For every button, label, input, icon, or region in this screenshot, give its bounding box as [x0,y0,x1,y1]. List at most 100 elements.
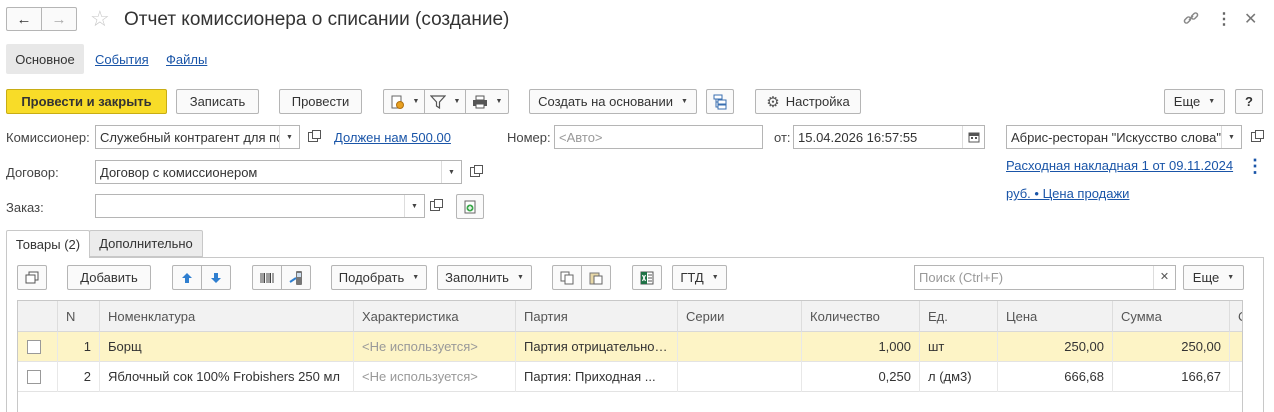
chevron-down-icon[interactable]: ▼ [279,126,299,148]
price-type-link[interactable]: руб. • Цена продажи [1006,186,1129,201]
filter-menu-button[interactable]: ▼ [424,89,466,114]
header-n[interactable]: N [58,301,100,332]
header-quantity[interactable]: Количество [802,301,920,332]
back-button[interactable]: ← [6,7,42,31]
post-and-close-button[interactable]: Провести и закрыть [6,89,167,114]
cell-nomenclature[interactable]: Яблочный сок 100% Frobishers 250 мл [100,362,354,392]
paste-icon [589,272,603,284]
open-organization-button[interactable] [1246,125,1266,149]
nav-tab-events[interactable]: События [95,52,149,67]
create-order-button[interactable] [456,194,484,219]
create-based-on-button[interactable]: Создать на основании ▼ [529,89,697,114]
row-checkbox[interactable] [27,370,41,384]
cell-batch[interactable]: Партия: Приходная ... [516,362,678,392]
copy-windows-icon [25,271,39,283]
barcode-scan-button[interactable] [252,265,282,290]
contract-label: Договор: [6,165,59,180]
cell-characteristic[interactable]: <Не используется> [354,362,516,392]
help-button[interactable]: ? [1235,89,1263,114]
organization-field[interactable]: Абрис-ресторан "Искусство слова" ▼ [1006,125,1242,149]
nav-tab-main[interactable]: Основное [6,44,84,74]
report-menu-button[interactable]: ▼ [383,89,425,114]
cell-nomenclature[interactable]: Борщ [100,332,354,362]
forward-button[interactable]: → [41,7,77,31]
close-icon[interactable]: ✕ [1244,9,1257,29]
move-down-button[interactable] [201,265,231,290]
header-nomenclature[interactable]: Номенклатура [100,301,354,332]
commissioner-field[interactable]: Служебный контрагент для по ▼ [95,125,300,149]
clear-search-icon[interactable]: ✕ [1153,266,1175,289]
paste-rows-button[interactable] [581,265,611,290]
chevron-down-icon[interactable]: ▼ [404,195,424,217]
printer-icon [472,95,487,108]
chevron-down-icon[interactable]: ▼ [1221,126,1241,148]
post-button[interactable]: Провести [279,89,362,114]
cell-price[interactable]: 250,00 [998,332,1113,362]
date-field[interactable]: 15.04.2026 16:57:55 [793,125,985,149]
cell-price[interactable]: 666,68 [998,362,1113,392]
cell-n: 1 [58,332,100,362]
header-extra[interactable]: С [1230,301,1242,332]
arrow-left-icon: ← [16,10,32,28]
gtd-button[interactable]: ГТД ▼ [672,265,727,290]
kebab-menu-icon[interactable]: ⋮ [1246,156,1264,177]
header-series[interactable]: Серии [678,301,802,332]
search-input[interactable]: Поиск (Ctrl+F) ✕ [914,265,1176,290]
cell-quantity[interactable]: 1,000 [802,332,920,362]
document-add-icon [464,200,476,213]
chevron-down-icon[interactable]: ▼ [441,161,461,183]
structure-button[interactable] [706,89,734,114]
cell-sum[interactable]: 166,67 [1113,362,1230,392]
link-icon[interactable] [1182,9,1200,27]
date-label: от: [774,130,791,145]
header-characteristic[interactable]: Характеристика [354,301,516,332]
arrow-right-icon: → [51,10,67,28]
cell-batch[interactable]: Партия отрицательной... [516,332,678,362]
open-contract-button[interactable] [465,160,485,184]
print-menu-button[interactable]: ▼ [465,89,509,114]
write-button[interactable]: Записать [176,89,259,114]
order-field[interactable]: ▼ [95,194,425,218]
cell-unit[interactable]: шт [920,332,998,362]
header-sum[interactable]: Сумма [1113,301,1230,332]
data-collection-button[interactable] [281,265,311,290]
settings-button[interactable]: ⚙ Настройка [755,89,861,114]
header-batch[interactable]: Партия [516,301,678,332]
tab-extra[interactable]: Дополнительно [89,230,203,257]
table-row[interactable]: 2 Яблочный сок 100% Frobishers 250 мл <Н… [18,362,1242,392]
cell-unit[interactable]: л (дм3) [920,362,998,392]
contract-field[interactable]: Договор с комиссионером ▼ [95,160,462,184]
excel-load-button[interactable] [632,265,662,290]
cell-series[interactable] [678,362,802,392]
cell-characteristic[interactable]: <Не используется> [354,332,516,362]
nav-tab-files[interactable]: Файлы [166,52,207,67]
favorite-star-icon[interactable]: ☆ [90,6,110,32]
move-up-button[interactable] [172,265,202,290]
show-hierarchy-button[interactable] [17,265,47,290]
row-checkbox[interactable] [27,340,41,354]
open-order-button[interactable] [425,194,445,218]
calendar-icon[interactable] [962,126,984,148]
add-row-button[interactable]: Добавить [67,265,151,290]
debt-link[interactable]: Должен нам 500.00 [334,130,451,145]
cell-series[interactable] [678,332,802,362]
header-check [18,301,58,332]
kebab-menu-icon[interactable]: ⋮ [1216,9,1232,29]
commissioner-label: Комиссионер: [6,130,90,145]
invoice-link[interactable]: Расходная накладная 1 от 09.11.2024 [1006,158,1233,173]
fill-button[interactable]: Заполнить ▼ [437,265,532,290]
barcode-icon [260,272,274,283]
cell-quantity[interactable]: 0,250 [802,362,920,392]
open-form-icon [470,165,483,177]
header-price[interactable]: Цена [998,301,1113,332]
table-more-button[interactable]: Еще ▼ [1183,265,1244,290]
table-row[interactable]: 1 Борщ <Не используется> Партия отрицате… [18,332,1242,362]
more-menu-button[interactable]: Еще ▼ [1164,89,1225,114]
number-field[interactable]: <Авто> [554,125,763,149]
header-unit[interactable]: Ед. [920,301,998,332]
pick-button[interactable]: Подобрать ▼ [331,265,427,290]
copy-rows-button[interactable] [552,265,582,290]
tab-goods[interactable]: Товары (2) [6,230,90,258]
cell-sum[interactable]: 250,00 [1113,332,1230,362]
open-commissioner-button[interactable] [303,125,323,149]
